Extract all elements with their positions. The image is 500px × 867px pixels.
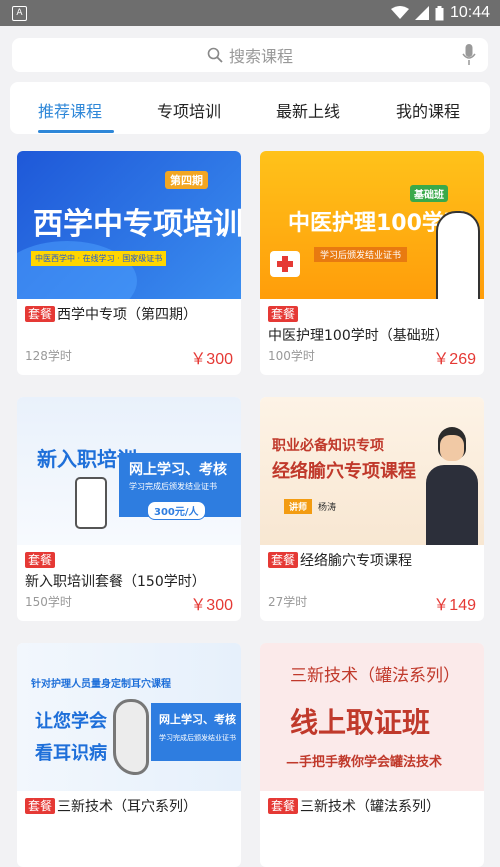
ear-illustration: [113, 699, 149, 775]
course-banner: 三新技术（罐法系列） 线上取证班 —手把手教你学会罐法技术: [260, 643, 484, 791]
search-icon: [207, 47, 223, 63]
clock: 10:44: [449, 4, 490, 21]
course-hours: 27学时: [268, 595, 308, 609]
course-banner: 针对护理人员量身定制耳穴课程 让您学会 看耳识病 网上学习、考核 学习完成后颁发…: [17, 643, 241, 791]
tab-my-courses[interactable]: 我的课程: [396, 98, 460, 122]
banner-lecturer: 杨涛: [318, 503, 337, 513]
course-card[interactable]: 第四期 西学中专项培训 中医西学中 · 在线学习 · 国家级证书 套餐 西学中专项…: [17, 151, 241, 375]
tab-latest[interactable]: 最新上线: [276, 98, 340, 122]
banner-subtitle: 中医西学中 · 在线学习 · 国家级证书: [31, 251, 167, 266]
status-bar: A 10:44: [0, 0, 500, 26]
medical-kit-icon: [270, 251, 300, 277]
course-title: 套餐 三新技术（耳穴系列）: [25, 797, 235, 818]
course-banner: 新入职培训 网上学习、考核 学习完成后颁发结业证书 300元/人: [17, 397, 241, 545]
course-price: ￥269: [433, 351, 476, 368]
course-banner: 职业必备知识专项 经络腧穴专项课程 讲师 杨涛: [260, 397, 484, 545]
wifi-icon: [390, 6, 409, 19]
nurse-illustration: [436, 211, 480, 299]
banner-lecturer-tag: 讲师: [284, 499, 313, 514]
banner-price-tag: 300元/人: [147, 501, 206, 520]
tab-special-training[interactable]: 专项培训: [157, 98, 221, 122]
course-price: ￥149: [433, 597, 476, 614]
course-title: 套餐新入职培训套餐（150学时）: [25, 552, 206, 590]
lecturer-photo: [426, 427, 478, 545]
course-tabs: 推荐课程 专项培训 最新上线 我的课程: [10, 82, 490, 134]
course-card[interactable]: 针对护理人员量身定制耳穴课程 让您学会 看耳识病 网上学习、考核 学习完成后颁发…: [17, 643, 241, 867]
cell-signal-icon: [414, 6, 429, 20]
microphone-icon[interactable]: [462, 44, 476, 66]
course-hours: 100学时: [268, 349, 315, 363]
active-tab-indicator: [38, 130, 114, 133]
course-title: 套餐中医护理100学时（基础班）: [268, 306, 449, 344]
course-title: 套餐 经络腧穴专项课程: [268, 551, 478, 572]
search-bar[interactable]: 搜索课程: [12, 38, 488, 72]
banner-headline: 西学中专项培训: [33, 207, 241, 242]
phone-illustration: [75, 477, 107, 529]
tab-recommended[interactable]: 推荐课程: [38, 98, 102, 122]
banner-headline: 经络腧穴专项课程: [272, 461, 416, 482]
course-card[interactable]: 职业必备知识专项 经络腧穴专项课程 讲师 杨涛 套餐 经络腧穴专项课程 27学时 …: [260, 397, 484, 621]
course-hours: 150学时: [25, 595, 72, 609]
search-placeholder: 搜索课程: [228, 47, 293, 66]
course-price: ￥300: [190, 351, 233, 368]
banner-tag: 基础班: [410, 185, 448, 202]
course-card[interactable]: 三新技术（罐法系列） 线上取证班 —手把手教你学会罐法技术 套餐 三新技术（罐法系…: [260, 643, 484, 867]
course-banner: 基础班 中医护理100学时 学习后颁发结业证书: [260, 151, 484, 299]
course-hours: 128学时: [25, 349, 72, 363]
course-title: 套餐 三新技术（罐法系列）: [268, 797, 478, 818]
course-price: ￥300: [190, 597, 233, 614]
banner-headline: 线上取证班: [290, 706, 431, 739]
battery-icon: [435, 5, 444, 20]
course-card[interactable]: 基础班 中医护理100学时 学习后颁发结业证书 套餐中医护理100学时（基础班）…: [260, 151, 484, 375]
banner-subtitle: 学习后颁发结业证书: [314, 247, 408, 262]
banner-panel: 网上学习、考核 学习完成后颁发结业证书: [151, 703, 241, 761]
banner-tag: 第四期: [165, 171, 208, 189]
app-notification-icon: A: [12, 6, 27, 21]
course-banner: 第四期 西学中专项培训 中医西学中 · 在线学习 · 国家级证书: [17, 151, 241, 299]
course-card[interactable]: 新入职培训 网上学习、考核 学习完成后颁发结业证书 300元/人 套餐新入职培训…: [17, 397, 241, 621]
banner-line1: 职业必备知识专项: [272, 438, 384, 454]
package-badge: 套餐: [25, 306, 56, 322]
course-title: 套餐 西学中专项（第四期）: [25, 305, 235, 326]
